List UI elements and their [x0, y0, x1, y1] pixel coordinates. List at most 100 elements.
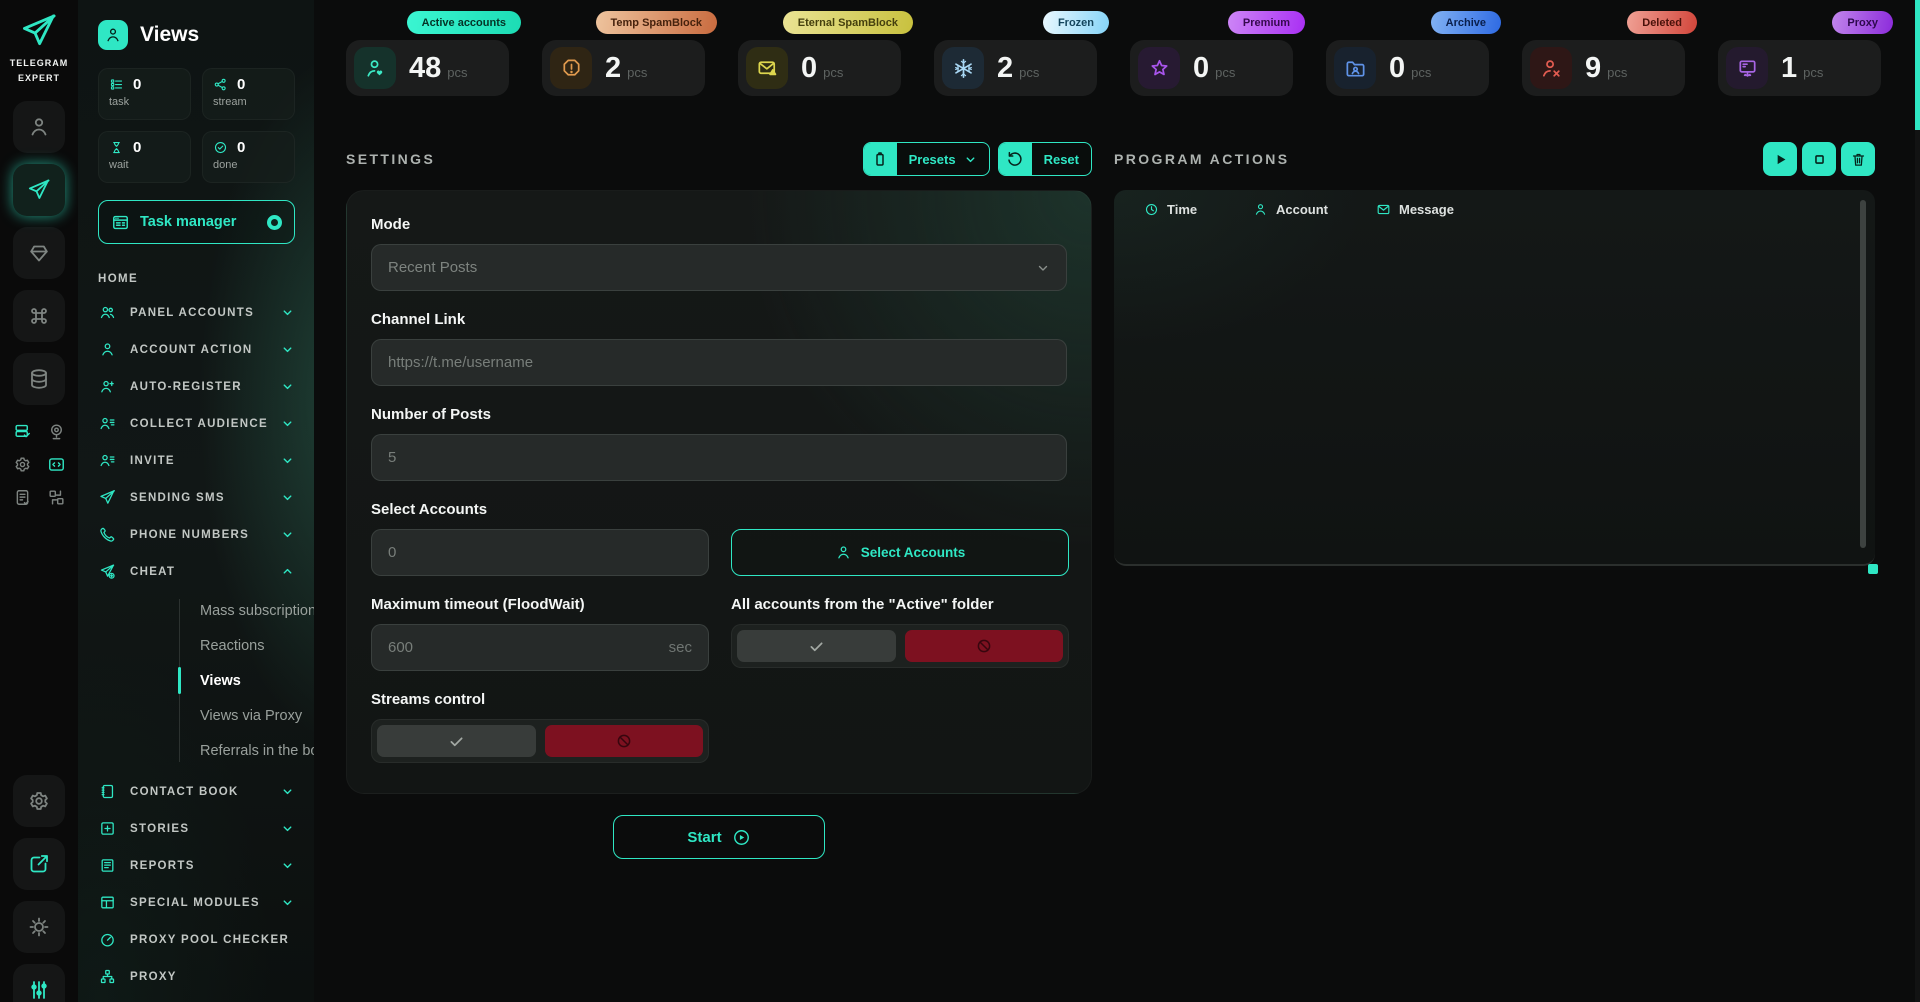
streams-on-option[interactable]: [377, 725, 536, 757]
stat-value: 9: [1585, 52, 1601, 85]
sidebar-item-panel-accounts[interactable]: PANEL ACCOUNTS: [98, 294, 296, 331]
stat-value: 0: [1389, 52, 1405, 85]
sidebar-item-contact-book[interactable]: CONTACT BOOK: [98, 773, 296, 810]
external-link-button[interactable]: [13, 838, 65, 890]
stat-task: 0 task: [98, 68, 191, 120]
accounts-count-input[interactable]: [388, 544, 692, 561]
envelope-icon: [1376, 202, 1391, 217]
chevron-down-icon: [1036, 261, 1050, 275]
hourglass-icon: [109, 140, 124, 155]
start-button[interactable]: Start: [613, 815, 825, 859]
commands-button[interactable]: [13, 290, 65, 342]
active-folder-on-option[interactable]: [737, 630, 896, 662]
server-check-icon[interactable]: [11, 422, 33, 441]
active-accounts-badge[interactable]: Active accounts: [407, 11, 521, 34]
check-icon: [807, 637, 826, 656]
webcam-icon[interactable]: [45, 422, 67, 441]
gear-icon: [27, 789, 51, 813]
book-icon: [98, 783, 117, 800]
sidebar-item-invite[interactable]: INVITE: [98, 442, 296, 479]
channel-link-input[interactable]: [388, 354, 1050, 371]
sidebar-item-proxy[interactable]: PROXY: [98, 958, 296, 995]
presets-button[interactable]: Presets: [863, 142, 990, 176]
chevron-down-icon: [281, 822, 294, 835]
stat-value: 2: [997, 52, 1013, 85]
number-of-posts-input[interactable]: [388, 449, 1050, 466]
clear-log-button[interactable]: [1841, 142, 1875, 176]
main-content: Active accounts 48pcs Temp SpamBlock 2pc…: [314, 0, 1920, 1002]
sidebar-item-sending-sms[interactable]: SENDING SMS: [98, 479, 296, 516]
settings-button[interactable]: [13, 775, 65, 827]
swap-icon[interactable]: [45, 488, 67, 507]
chevron-down-icon: [281, 528, 294, 541]
number-of-posts-label: Number of Posts: [371, 406, 1067, 423]
premium-button[interactable]: [13, 227, 65, 279]
profile-button[interactable]: [13, 101, 65, 153]
sidebar-item-collect-audience[interactable]: COLLECT AUDIENCE: [98, 405, 296, 442]
sidebar-item-reports[interactable]: REPORTS: [98, 847, 296, 884]
resize-grip[interactable]: [1868, 564, 1878, 574]
submenu-item-views-via-proxy[interactable]: Views via Proxy: [98, 698, 296, 733]
premium-badge[interactable]: Premium: [1228, 11, 1305, 34]
clipboard-icon[interactable]: [11, 488, 33, 507]
streams-off-option[interactable]: [545, 725, 704, 757]
stat-value: 2: [605, 52, 621, 85]
page-scrollbar-track: [1915, 0, 1920, 1002]
code-box-icon[interactable]: [45, 455, 67, 474]
submenu-item-reactions[interactable]: Reactions: [98, 628, 296, 663]
sidebar-item-home[interactable]: HOME: [98, 264, 296, 294]
sidebar-item-special-modules[interactable]: SPECIAL MODULES: [98, 884, 296, 921]
log-scrollbar[interactable]: [1860, 200, 1866, 548]
sidebar-item-account-action[interactable]: ACCOUNT ACTION: [98, 331, 296, 368]
sun-icon: [27, 915, 51, 939]
database-button[interactable]: [13, 353, 65, 405]
select-accounts-button[interactable]: Select Accounts: [731, 529, 1069, 576]
timeout-label: Maximum timeout (FloodWait): [371, 596, 709, 613]
sliders-button[interactable]: [13, 964, 65, 1002]
stop-button[interactable]: [1802, 142, 1836, 176]
snowflake-icon: [942, 47, 984, 89]
frozen-badge[interactable]: Frozen: [1043, 11, 1109, 34]
star-icon: [1138, 47, 1180, 89]
run-button[interactable]: [1763, 142, 1797, 176]
cheat-submenu: Mass subscriptions Reactions Views Views…: [98, 593, 296, 768]
temp-spamblock-badge[interactable]: Temp SpamBlock: [596, 11, 718, 34]
sidebar-item-phone-numbers[interactable]: PHONE NUMBERS: [98, 516, 296, 553]
sidebar-item-stories[interactable]: STORIES: [98, 810, 296, 847]
select-accounts-button-label: Select Accounts: [861, 545, 966, 560]
chevron-down-icon: [281, 417, 294, 430]
database-icon: [27, 367, 51, 391]
eternal-spamblock-badge[interactable]: Eternal SpamBlock: [783, 11, 913, 34]
mode-select[interactable]: Recent Posts: [371, 244, 1067, 291]
submenu-item-views[interactable]: Views: [98, 663, 296, 698]
chevron-down-icon: [964, 153, 977, 166]
column-message: Message: [1376, 202, 1454, 217]
chevron-down-icon: [281, 454, 294, 467]
submenu-item-mass-subscriptions[interactable]: Mass subscriptions: [98, 593, 296, 628]
reset-button[interactable]: Reset: [998, 142, 1092, 176]
submenu-item-referrals-in-the-bot[interactable]: Referrals in the bot: [98, 733, 296, 768]
phone-icon: [98, 526, 117, 543]
task-manager-button[interactable]: Task manager: [98, 200, 295, 244]
archive-badge[interactable]: Archive: [1431, 11, 1501, 34]
sender-button[interactable]: [13, 164, 65, 216]
stat-value: 1: [1781, 52, 1797, 85]
logo-text: TELEGRAM EXPERT: [10, 56, 69, 87]
gear-small-icon[interactable]: [11, 455, 33, 474]
page-scrollbar-thumb[interactable]: [1915, 0, 1920, 130]
person-heart-icon: [354, 47, 396, 89]
rail-mini-icons: [11, 422, 67, 507]
deleted-badge[interactable]: Deleted: [1627, 11, 1697, 34]
settings-heading: SETTINGS: [346, 151, 435, 167]
timeout-input[interactable]: [388, 639, 659, 656]
reset-label: Reset: [1044, 152, 1079, 167]
active-folder-off-option[interactable]: [905, 630, 1064, 662]
theme-button[interactable]: [13, 901, 65, 953]
sidebar-item-cheat[interactable]: CHEAT: [98, 553, 296, 590]
sidebar-item-proxy-pool-checker[interactable]: PROXY POOL CHECKER: [98, 921, 296, 958]
app-root: TELEGRAM EXPERT: [0, 0, 1920, 1002]
people-icon: [98, 304, 117, 321]
proxy-badge[interactable]: Proxy: [1832, 11, 1893, 34]
chevron-down-icon: [281, 896, 294, 909]
sidebar-item-auto-register[interactable]: AUTO-REGISTER: [98, 368, 296, 405]
